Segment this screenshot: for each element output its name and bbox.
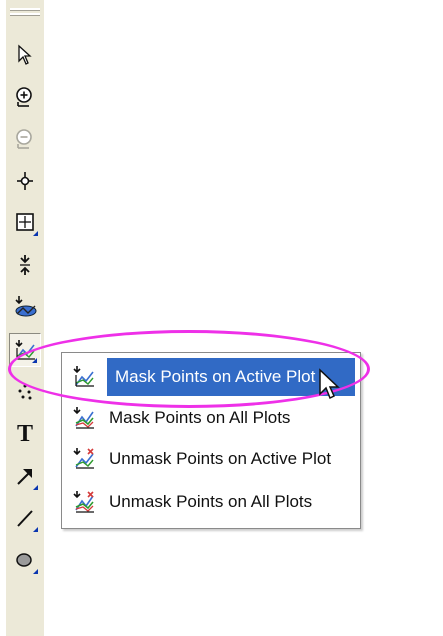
tools-toolbar: T bbox=[6, 0, 44, 636]
flyout-indicator bbox=[32, 358, 37, 363]
menu-item-mask-points-all-plots[interactable]: Mask Points on All Plots bbox=[65, 399, 357, 437]
menu-item-unmask-points-active-plot[interactable]: Unmask Points on Active Plot bbox=[65, 440, 357, 478]
line-tool-button[interactable] bbox=[9, 501, 41, 535]
menu-item-label: Mask Points on All Plots bbox=[109, 408, 291, 427]
toolbar-grip[interactable] bbox=[10, 8, 40, 11]
mask-points-flyout-menu: Mask Points on Active Plot Mask Points o… bbox=[61, 352, 361, 529]
pointer-icon bbox=[18, 44, 32, 65]
unmask-all-plots-icon bbox=[71, 489, 97, 515]
mouse-cursor-icon bbox=[319, 368, 340, 400]
menu-item-label: Mask Points on Active Plot bbox=[115, 367, 316, 386]
data-reader-tool-button[interactable] bbox=[9, 164, 41, 198]
toolbar-grip[interactable] bbox=[10, 13, 40, 16]
zoom-out-tool-button[interactable] bbox=[9, 122, 41, 156]
zoom-out-icon bbox=[16, 129, 32, 149]
flyout-indicator bbox=[33, 231, 38, 236]
menu-item-label: Unmask Points on All Plots bbox=[109, 492, 313, 511]
arrow-tool-icon bbox=[17, 469, 32, 485]
menu-item-unmask-points-all-plots[interactable]: Unmask Points on All Plots bbox=[65, 483, 357, 521]
unmask-active-plot-icon bbox=[71, 446, 97, 472]
mask-points-tool-button[interactable] bbox=[9, 333, 41, 367]
menu-item-mask-points-active-plot[interactable]: Mask Points on Active Plot bbox=[65, 358, 357, 396]
flyout-indicator bbox=[33, 569, 38, 574]
menu-item-label: Unmask Points on Active Plot bbox=[109, 449, 332, 468]
screen-reader-icon bbox=[16, 213, 34, 231]
flyout-indicator bbox=[33, 485, 38, 490]
data-selector-icon bbox=[20, 255, 30, 275]
zoom-in-icon bbox=[16, 87, 32, 107]
text-tool-icon: T bbox=[16, 420, 33, 447]
ellipse-tool-button[interactable] bbox=[9, 543, 41, 577]
line-tool-icon bbox=[17, 510, 33, 527]
flyout-indicator bbox=[33, 527, 38, 532]
zoom-in-tool-button[interactable] bbox=[9, 80, 41, 114]
screen-reader-tool-button[interactable] bbox=[9, 205, 41, 239]
mask-all-plots-icon bbox=[71, 405, 97, 431]
data-selector-tool-button[interactable] bbox=[9, 248, 41, 282]
draw-data-tool-button[interactable] bbox=[9, 290, 41, 324]
pointer-tool-button[interactable] bbox=[9, 38, 41, 72]
arrow-tool-button[interactable] bbox=[9, 459, 41, 493]
draw-data-icon bbox=[15, 296, 37, 317]
mask-active-plot-icon bbox=[71, 364, 97, 390]
ellipse-tool-icon bbox=[16, 553, 32, 567]
scatter-icon bbox=[18, 384, 32, 400]
text-tool-button[interactable]: T bbox=[9, 417, 41, 451]
scatter-tool-button[interactable] bbox=[9, 375, 41, 409]
data-reader-icon bbox=[17, 172, 33, 190]
